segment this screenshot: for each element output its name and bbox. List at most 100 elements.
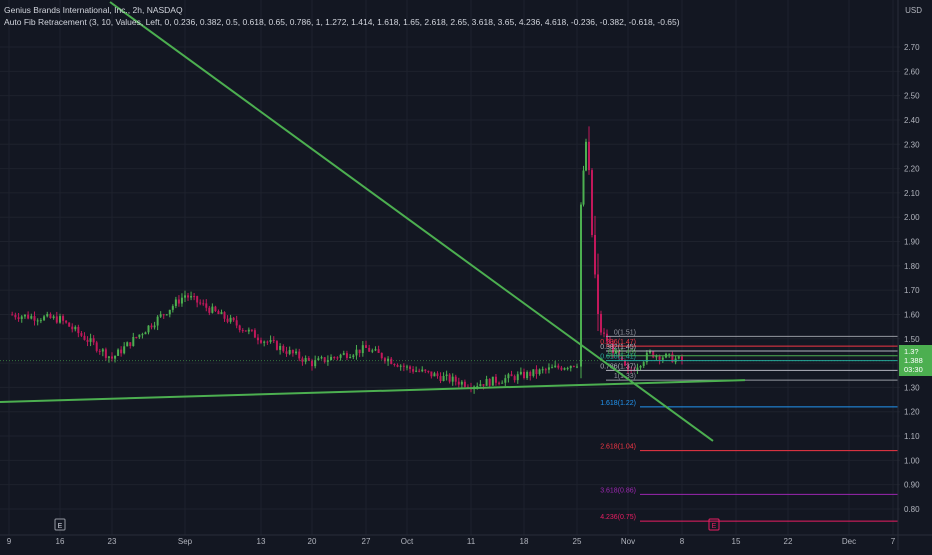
candle-body	[430, 371, 433, 377]
chart-header: Genius Brands International, Inc., 2h, N…	[4, 4, 680, 28]
x-tick-label: 20	[308, 537, 317, 546]
candle-body	[439, 376, 442, 381]
fib-label: 0.618(1.41)	[600, 354, 636, 361]
x-tick-label: 22	[784, 537, 793, 546]
candle-body	[588, 141, 590, 171]
candle-body	[238, 325, 241, 331]
x-tick-label: 25	[573, 537, 582, 546]
candle-body	[156, 316, 159, 326]
x-tick-label: 27	[362, 537, 371, 546]
candle-body	[523, 371, 525, 379]
candle-body	[377, 349, 380, 353]
candle-body	[491, 376, 494, 386]
x-tick-label: 7	[891, 537, 896, 546]
candle-body	[554, 365, 557, 368]
x-tick-label: 16	[56, 537, 65, 546]
price-chart[interactable]: 0(1.51)0.236(1.47)0.382(1.45)0.5(1.43)0.…	[0, 0, 932, 550]
candle-body	[184, 295, 186, 298]
candle-body	[180, 297, 183, 304]
candle-body	[504, 378, 507, 383]
candle-body	[165, 314, 168, 316]
x-tick-label: 23	[108, 537, 117, 546]
candle-body	[279, 346, 282, 350]
currency-label: USD	[905, 6, 922, 15]
y-tick-label: 2.50	[904, 92, 920, 101]
candle-body	[174, 299, 177, 307]
x-tick-label: Nov	[621, 537, 635, 546]
candle-body	[214, 306, 217, 312]
x-tick-label: Oct	[401, 537, 414, 546]
fib-label: 3.618(0.86)	[600, 487, 636, 494]
candle-body	[572, 365, 575, 367]
candle-body	[317, 358, 320, 361]
candle-body	[380, 352, 383, 359]
candle-body	[393, 363, 396, 366]
candle-body	[159, 314, 162, 317]
candle-body	[333, 356, 336, 358]
candle-body	[436, 373, 439, 377]
candle-body	[330, 356, 333, 361]
candle-body	[288, 349, 291, 354]
candle-body	[62, 316, 65, 321]
candle-body	[253, 330, 256, 338]
candle-body	[59, 316, 61, 323]
y-tick-label: 2.10	[904, 189, 920, 198]
candle-body	[162, 314, 165, 316]
y-tick-label: 1.00	[904, 456, 920, 465]
indicator-legend[interactable]: Auto Fib Retracement (3, 10, Values, Lef…	[4, 16, 680, 28]
candle-body	[126, 342, 129, 347]
candle-body	[77, 326, 80, 334]
candle-body	[92, 338, 95, 343]
x-tick-label: 13	[257, 537, 266, 546]
candle-body	[355, 349, 358, 356]
candle-body	[52, 316, 55, 319]
candle-body	[232, 317, 235, 321]
candle-body	[591, 170, 593, 235]
x-tick-label: 11	[467, 537, 476, 546]
candle-body	[80, 333, 83, 336]
candle-body	[538, 369, 541, 374]
candle-body	[582, 170, 585, 205]
candle-body	[101, 349, 104, 352]
candle-body	[371, 350, 374, 352]
candle-body	[580, 204, 582, 367]
candle-body	[368, 347, 371, 352]
candle-body	[71, 326, 74, 330]
candle-body	[49, 313, 52, 319]
y-tick-label: 2.30	[904, 140, 920, 149]
candle-body	[418, 370, 421, 372]
y-tick-label: 2.60	[904, 67, 920, 76]
candle-body	[171, 306, 174, 310]
candle-body	[513, 376, 516, 381]
fib-label: 0.786(1.37)	[600, 363, 636, 370]
candle-body	[260, 340, 262, 343]
y-tick-label: 1.90	[904, 238, 920, 247]
candle-body	[83, 335, 86, 340]
candle-body	[342, 353, 345, 355]
candle-body	[532, 369, 535, 376]
y-tick-label: 1.30	[904, 383, 920, 392]
candle-body	[129, 342, 132, 346]
candle-body	[339, 354, 342, 358]
event-marker-label: E	[58, 523, 63, 530]
candle-body	[147, 325, 150, 333]
candle-body	[541, 369, 544, 371]
chart-root[interactable]: 0(1.51) 0.236(1.47) 0.382(1.45) 0.5(1.43) 0.…	[0, 0, 932, 550]
candle-body	[600, 313, 602, 333]
candle-body	[454, 376, 457, 382]
chart-background	[0, 0, 932, 550]
candle-body	[141, 334, 144, 336]
candle-body	[535, 369, 538, 374]
fib-label: 0(1.51)	[614, 329, 636, 336]
candle-body	[295, 351, 298, 354]
candle-body	[658, 355, 661, 360]
candle-body	[463, 381, 466, 387]
candle-body	[46, 313, 49, 317]
candle-body	[196, 296, 199, 303]
candle-body	[263, 341, 266, 343]
candle-body	[269, 340, 272, 342]
candle-body	[498, 382, 501, 384]
y-tick-label: 2.70	[904, 43, 920, 52]
candle-body	[409, 366, 412, 370]
candle-body	[526, 372, 529, 379]
